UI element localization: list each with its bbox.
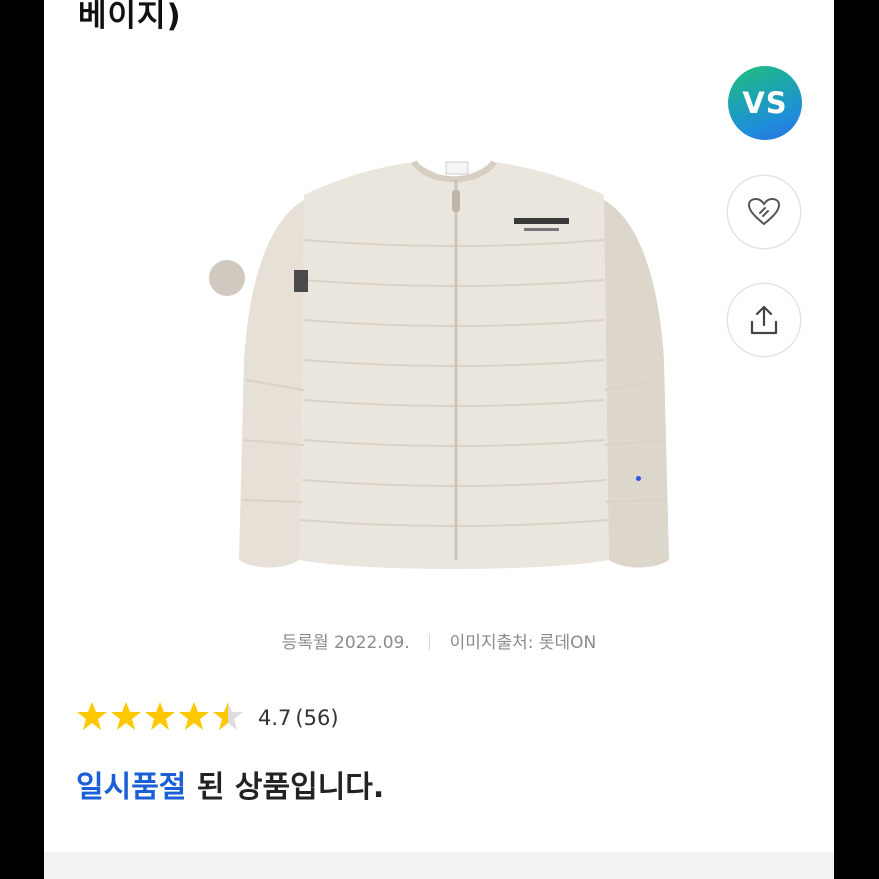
rating-stars (76, 700, 244, 736)
review-count: (56) (295, 706, 339, 730)
star-icon (144, 700, 176, 736)
carousel-indicator (636, 476, 641, 481)
product-image (239, 160, 669, 569)
star-icon (110, 700, 142, 736)
meta-divider (429, 634, 431, 650)
bottom-section (44, 852, 834, 879)
soldout-highlight: 일시품절 (76, 770, 187, 805)
product-gallery[interactable] (44, 60, 834, 620)
soldout-notice: 일시품절 된 상품입니다. (76, 762, 384, 806)
product-meta: 등록월 2022.09. 이미지출처: 롯데ON (44, 628, 834, 653)
image-source: 이미지출처: 롯데ON (449, 633, 597, 653)
soldout-text: 된 상품입니다. (186, 770, 385, 805)
star-icon (212, 700, 244, 736)
share-button[interactable] (728, 284, 800, 356)
product-page: 베이지) VS 등록월 2022.09. 이미지출처: 롯데ON 4.7 (56… (44, 0, 834, 879)
registered-date: 등록월 2022.09. (281, 633, 410, 653)
product-title: 베이지) (78, 0, 182, 34)
star-icon (178, 700, 210, 736)
rating[interactable]: 4.7 (56) (76, 700, 339, 736)
heart-link-icon (747, 197, 781, 226)
star-icon (76, 700, 108, 736)
share-icon (750, 305, 778, 335)
like-button[interactable] (728, 176, 800, 248)
rating-score: 4.7 (258, 706, 292, 730)
vs-badge[interactable]: VS (728, 66, 802, 140)
